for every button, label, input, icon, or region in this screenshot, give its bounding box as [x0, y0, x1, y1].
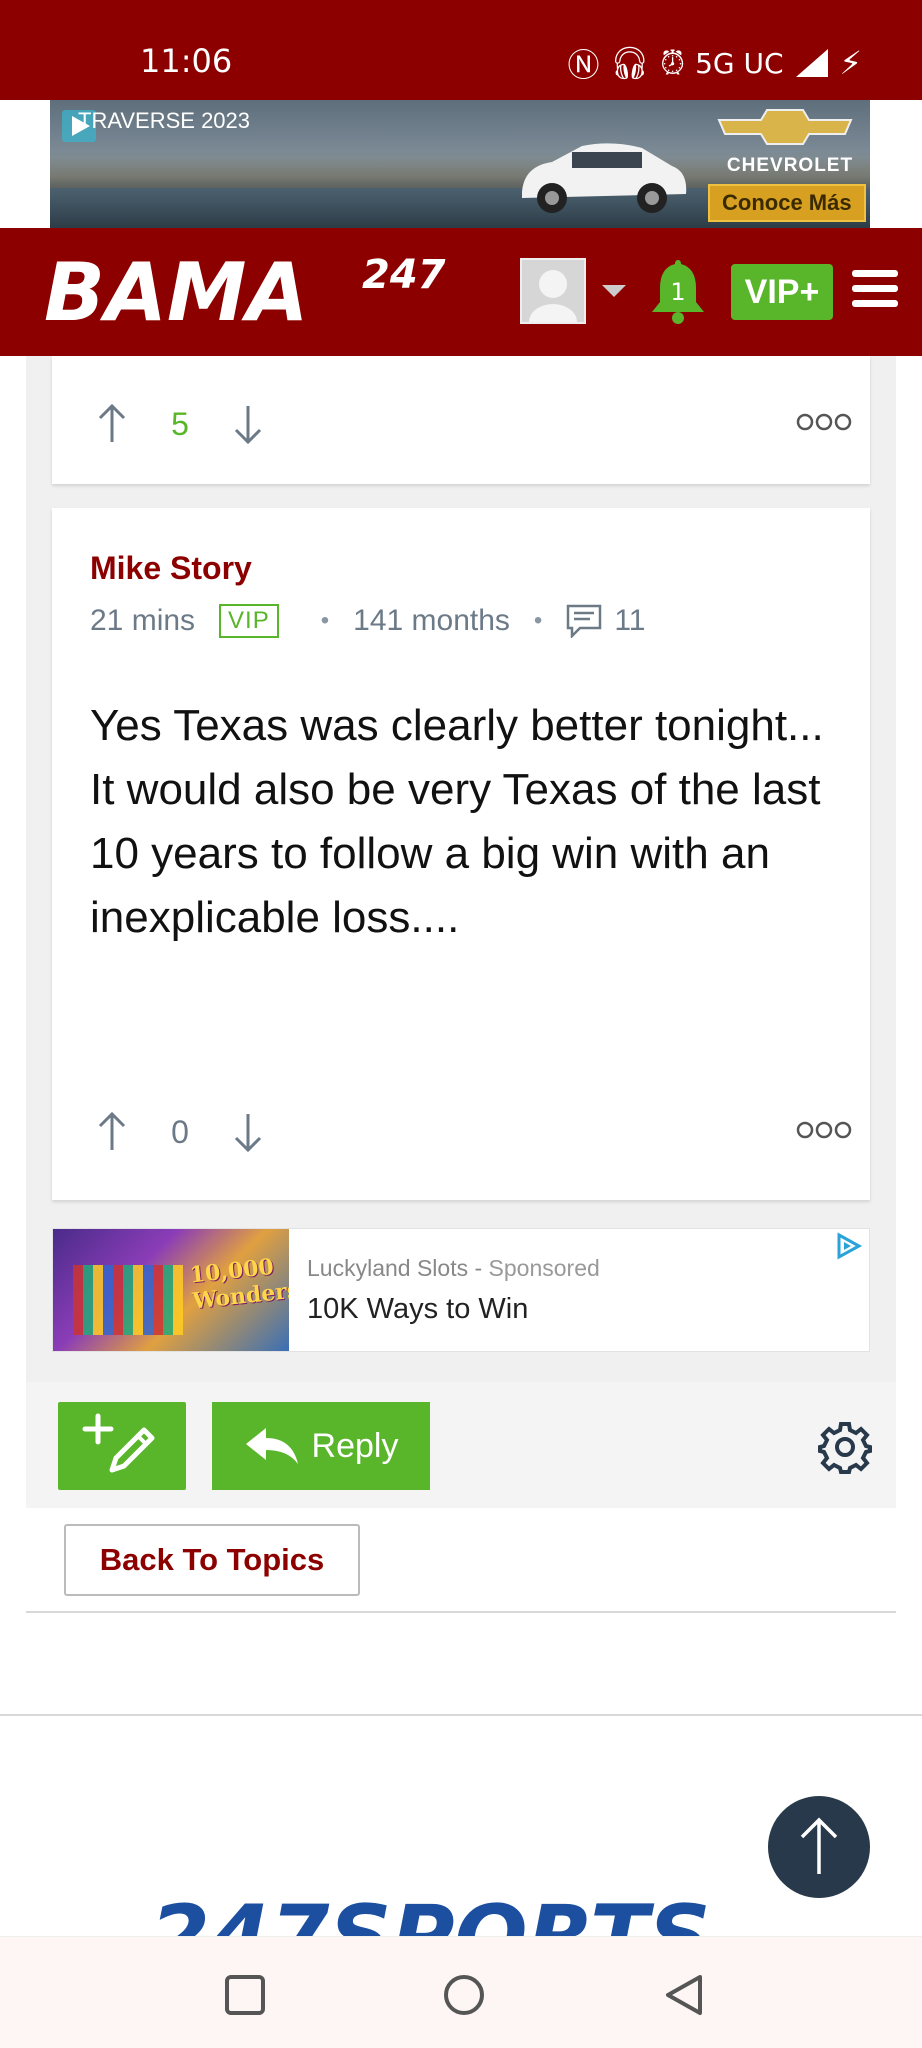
upvote-icon[interactable]: [92, 402, 132, 446]
adchoices-icon[interactable]: [833, 1231, 863, 1261]
logo-sup: 247: [362, 252, 446, 298]
status-time: 11:06: [140, 42, 233, 80]
scroll-to-top-button[interactable]: [768, 1796, 870, 1898]
arrow-up-icon: [800, 1817, 838, 1874]
footer-logo: 247SPORTS: [150, 1880, 780, 1940]
reply-button[interactable]: Reply: [212, 1402, 430, 1490]
sponsored-image: 10,000 Wonders: [53, 1229, 289, 1351]
sponsored-title[interactable]: 10K Ways to Win: [307, 1293, 528, 1326]
more-options-icon[interactable]: [796, 1118, 852, 1142]
back-icon[interactable]: [660, 1971, 708, 2019]
car-image: [522, 143, 687, 213]
notification-count: 1: [670, 278, 685, 306]
home-icon[interactable]: [440, 1971, 488, 2019]
ad-title: TRAVERSE 2023: [78, 108, 251, 133]
post-body: Yes Texas was clearly better tonight... …: [90, 701, 824, 942]
ad-cta-button[interactable]: Conoce Más: [708, 184, 866, 222]
vote-count: 5: [171, 405, 189, 442]
vip-button[interactable]: VIP+: [731, 264, 833, 320]
divider: [26, 1611, 896, 1613]
slot-grid: [73, 1265, 183, 1335]
post-time: 21 mins: [90, 604, 196, 637]
recents-icon[interactable]: [221, 1971, 269, 2019]
bama247-logo[interactable]: BAMA 247: [44, 250, 464, 336]
vote-row: 0: [92, 1102, 852, 1162]
reply-icon: [245, 1428, 298, 1464]
divider: [0, 1714, 922, 1716]
ad-banner[interactable]: TRAVERSE 2023 CHEVROLET Conoce Más: [50, 100, 870, 228]
downvote-icon[interactable]: [228, 402, 268, 446]
sponsored-ad[interactable]: 10,000 Wonders Luckyland Slots - Sponsor…: [52, 1228, 870, 1352]
previous-post-card: 5: [52, 356, 870, 484]
247sports-logo: 247SPORTS: [150, 1887, 711, 1940]
compose-icon: [82, 1413, 155, 1473]
sponsored-label: Sponsored: [488, 1255, 600, 1281]
back-to-topics-button[interactable]: Back To Topics: [64, 1524, 360, 1596]
settings-gear-icon[interactable]: [818, 1420, 872, 1474]
sponsored-image-text: 10,000 Wonders: [188, 1253, 289, 1315]
vip-badge: VIP: [219, 604, 279, 638]
charging-icon: ⚡︎: [839, 44, 862, 82]
menu-icon[interactable]: [852, 270, 898, 310]
system-nav-bar: [0, 1936, 922, 2048]
post-card: Mike Story 21 mins VIP • 141 months • 11…: [52, 508, 870, 1200]
brand-name: CHEVROLET: [726, 155, 854, 176]
comment-icon: [567, 604, 602, 638]
reply-label: Reply: [311, 1426, 399, 1465]
bell-icon[interactable]: 1: [648, 256, 708, 324]
user-icon: [522, 260, 584, 340]
caret-down-icon[interactable]: [602, 285, 626, 297]
headphones-icon: 🎧︎: [609, 44, 651, 82]
new-post-button[interactable]: [58, 1402, 186, 1490]
vote-count: 0: [171, 1113, 189, 1150]
more-options-icon[interactable]: [796, 410, 852, 434]
avatar[interactable]: [520, 258, 586, 340]
signal-icon: [795, 49, 828, 77]
downvote-icon[interactable]: [228, 1110, 268, 1154]
post-count: 11: [614, 604, 646, 637]
separator: •: [533, 607, 543, 634]
post-author[interactable]: Mike Story: [90, 550, 252, 587]
alarm-icon: ⏰︎: [660, 43, 686, 82]
upvote-icon[interactable]: [92, 1110, 132, 1154]
footer-brand: 247SPORTS: [150, 1887, 711, 1940]
source-name: Luckyland Slots: [307, 1255, 469, 1281]
nfc-icon: Ⓝ: [567, 46, 600, 84]
sponsored-source: Luckyland Slots - Sponsored: [307, 1255, 600, 1281]
member-tenure: 141 months: [353, 604, 510, 637]
network-label: 5G UC: [695, 46, 784, 80]
chevrolet-logo-icon: [717, 109, 853, 145]
post-meta: 21 mins VIP • 141 months • 11: [90, 604, 645, 638]
separator: •: [320, 607, 330, 634]
vote-row: 5: [92, 394, 852, 454]
logo-text: BAMA: [44, 250, 308, 336]
status-bar: 11:06 Ⓝ 🎧︎ ⏰︎ 5G UC ⚡︎: [0, 0, 922, 100]
chevrolet-brand: CHEVROLET: [715, 108, 865, 177]
status-icons: Ⓝ 🎧︎ ⏰︎ 5G UC ⚡︎: [567, 40, 862, 86]
